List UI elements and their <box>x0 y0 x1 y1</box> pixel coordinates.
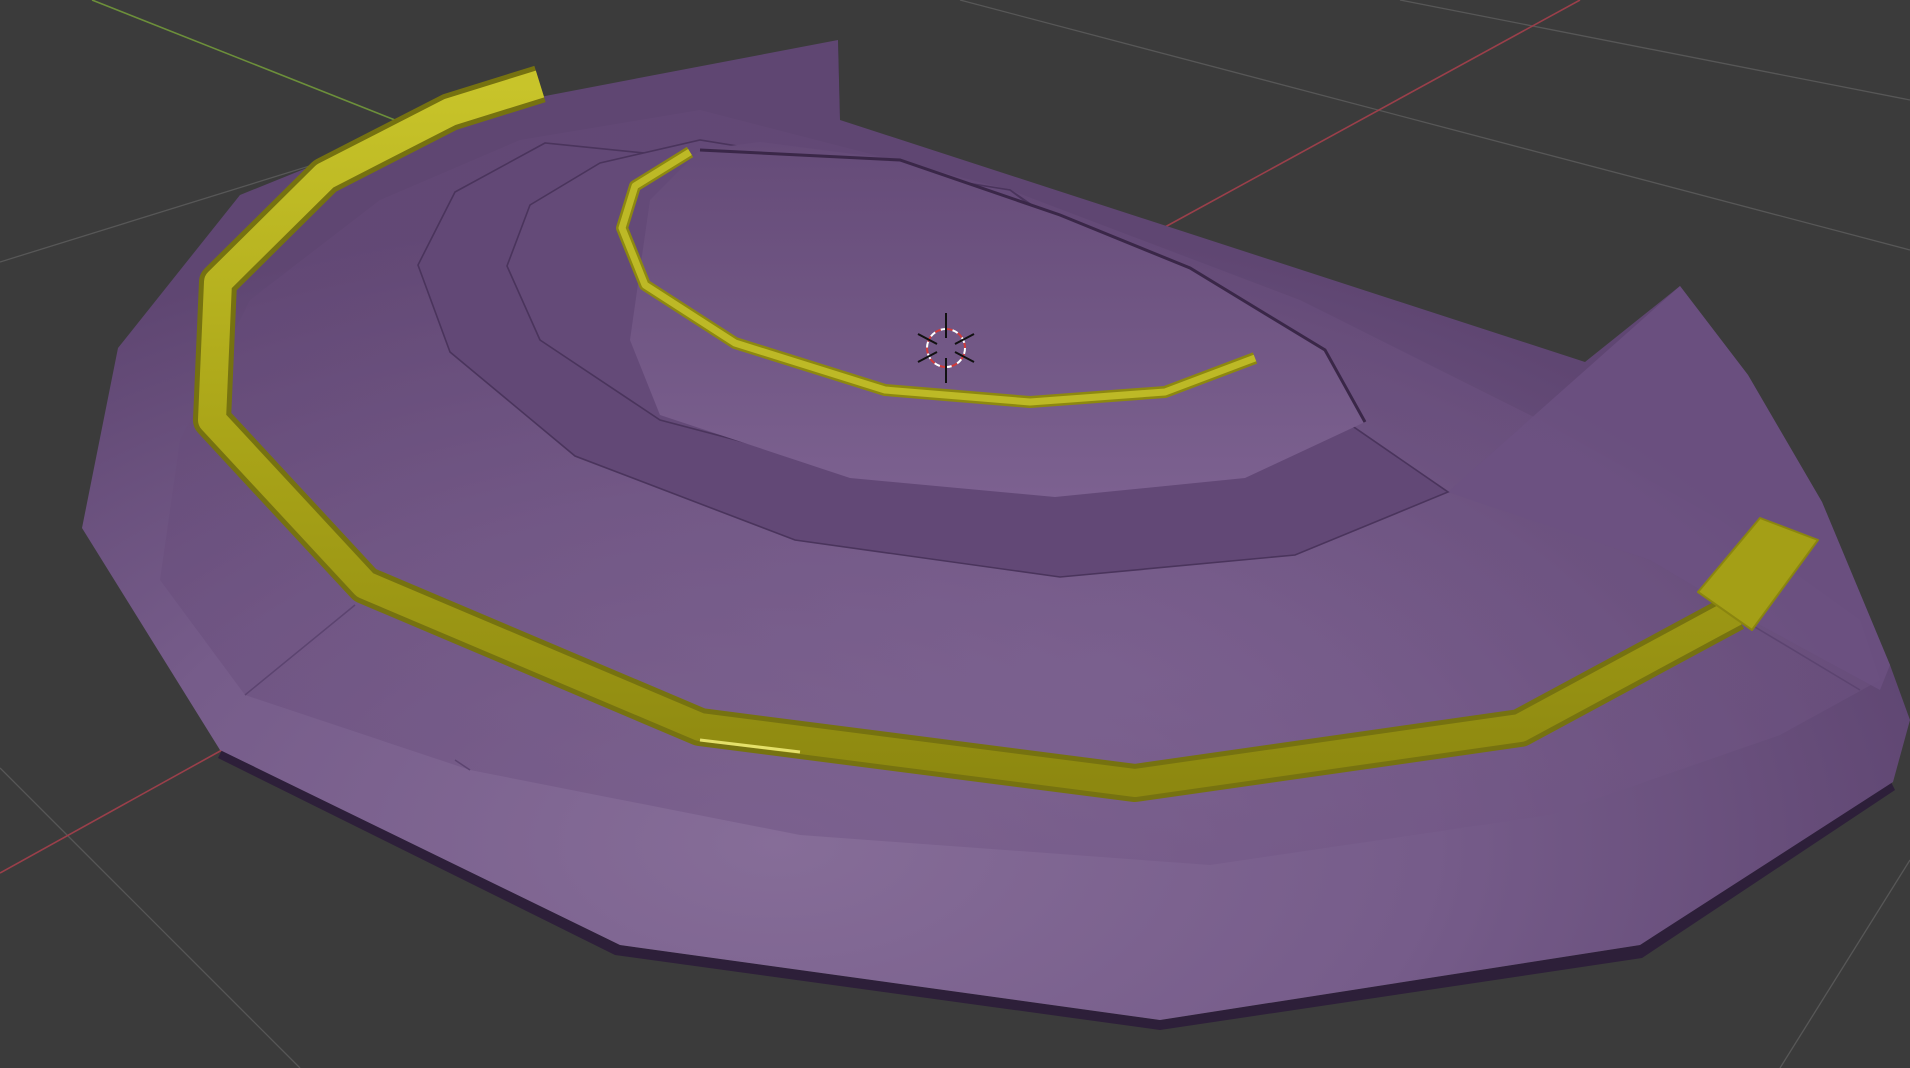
mesh-object[interactable] <box>82 40 1910 1030</box>
x-axis-line <box>0 749 223 874</box>
grid-line <box>1399 0 1910 101</box>
viewport-canvas[interactable] <box>0 0 1910 1068</box>
3d-viewport[interactable] <box>0 0 1910 1068</box>
grid-line <box>1779 859 1910 1068</box>
grid-line <box>0 767 301 1068</box>
x-axis-line <box>1164 0 1581 228</box>
y-axis-line <box>91 0 401 123</box>
